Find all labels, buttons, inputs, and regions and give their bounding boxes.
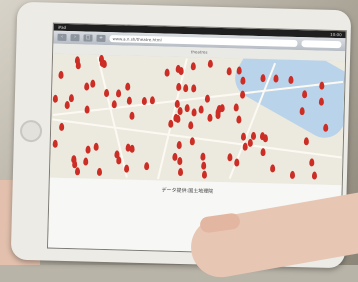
map-pin[interactable] (114, 150, 120, 159)
road (96, 56, 128, 178)
map-pin[interactable] (111, 100, 117, 109)
map-pin[interactable] (188, 121, 194, 130)
map-pin[interactable] (319, 81, 325, 90)
map-pin[interactable] (93, 142, 99, 151)
map-pin[interactable] (103, 88, 110, 98)
map-pin[interactable] (126, 96, 132, 105)
map-pin[interactable] (84, 105, 90, 114)
map-pin[interactable] (200, 152, 206, 161)
map-pin[interactable] (174, 99, 180, 108)
map-pin[interactable] (64, 100, 70, 110)
carrier-label: iPad (57, 24, 67, 30)
map-pin[interactable] (299, 107, 305, 116)
map-pin[interactable] (74, 167, 81, 176)
map[interactable] (49, 53, 345, 186)
map-pin[interactable] (58, 70, 64, 79)
map-pin[interactable] (75, 61, 81, 70)
home-button[interactable] (19, 119, 43, 143)
map-pin[interactable] (226, 67, 232, 76)
map-pin[interactable] (204, 94, 211, 103)
map-pin[interactable] (90, 79, 96, 88)
map-pin[interactable] (234, 158, 240, 167)
map-pin[interactable] (190, 62, 196, 71)
map-pin[interactable] (198, 105, 204, 114)
map-pin[interactable] (98, 54, 105, 63)
map-pin[interactable] (168, 119, 174, 128)
map-pin[interactable] (240, 132, 247, 141)
map-pin[interactable] (303, 137, 309, 146)
map-pin[interactable] (201, 161, 207, 170)
map-pin[interactable] (123, 164, 130, 173)
map-pin[interactable] (288, 75, 294, 84)
river (227, 53, 345, 146)
back-icon[interactable]: ‹ (57, 33, 67, 41)
map-pin[interactable] (96, 167, 103, 176)
map-pin[interactable] (176, 140, 182, 150)
map-pin[interactable] (71, 155, 77, 164)
map-pin[interactable] (207, 59, 213, 68)
map-pin[interactable] (59, 122, 65, 131)
map-pin[interactable] (191, 108, 197, 117)
map-pin[interactable] (189, 137, 195, 146)
map-pin[interactable] (309, 158, 315, 167)
map-pin[interactable] (68, 94, 75, 103)
map-pin[interactable] (177, 167, 184, 177)
map-pin[interactable] (239, 90, 246, 99)
map-pin[interactable] (84, 82, 90, 91)
map-pin[interactable] (183, 84, 189, 93)
map-pin[interactable] (250, 131, 257, 140)
map-pin[interactable] (270, 164, 276, 173)
map-pin[interactable] (85, 145, 91, 154)
map-pin[interactable] (83, 157, 89, 166)
map-pin[interactable] (236, 115, 242, 124)
map-pin[interactable] (52, 139, 58, 148)
map-pin[interactable] (125, 143, 131, 152)
map-pin[interactable] (233, 103, 239, 112)
map-pin[interactable] (144, 162, 150, 171)
map-pin[interactable] (259, 132, 266, 141)
clock: 10:00 (330, 31, 342, 38)
map-pin[interactable] (129, 111, 135, 120)
map-pin[interactable] (115, 89, 122, 98)
map-pin[interactable] (289, 170, 296, 179)
search-field[interactable] (301, 40, 342, 49)
bookmarks-icon[interactable]: □ (83, 34, 93, 42)
map-pin[interactable] (323, 123, 329, 132)
map-pin[interactable] (184, 104, 190, 113)
map-pin[interactable] (260, 148, 266, 157)
map-pin[interactable] (149, 96, 156, 105)
map-caption: データ提供:国土地理院 (161, 187, 214, 195)
map-pin[interactable] (227, 153, 233, 162)
map-pin[interactable] (318, 97, 325, 106)
map-pin[interactable] (215, 110, 221, 120)
map-pin[interactable] (240, 76, 246, 85)
map-pin[interactable] (247, 138, 253, 147)
map-pin[interactable] (302, 90, 308, 99)
map-pin[interactable] (164, 68, 170, 77)
map-pin[interactable] (177, 106, 183, 116)
map-pin[interactable] (260, 74, 266, 83)
map-pin[interactable] (173, 113, 179, 122)
share-icon[interactable]: + (96, 34, 106, 42)
map-pin[interactable] (207, 113, 213, 122)
map-pin[interactable] (125, 82, 131, 91)
map-pin[interactable] (175, 64, 181, 73)
map-pin[interactable] (52, 94, 59, 103)
map-pin[interactable] (273, 74, 279, 83)
map-pin[interactable] (201, 170, 208, 179)
map-pin[interactable] (177, 156, 183, 166)
map-pin[interactable] (176, 82, 182, 91)
map-pin[interactable] (191, 84, 197, 93)
map-pin[interactable] (141, 96, 147, 106)
map-pin[interactable] (311, 171, 318, 180)
forward-icon[interactable]: › (70, 34, 80, 42)
map-pin[interactable] (236, 66, 242, 75)
